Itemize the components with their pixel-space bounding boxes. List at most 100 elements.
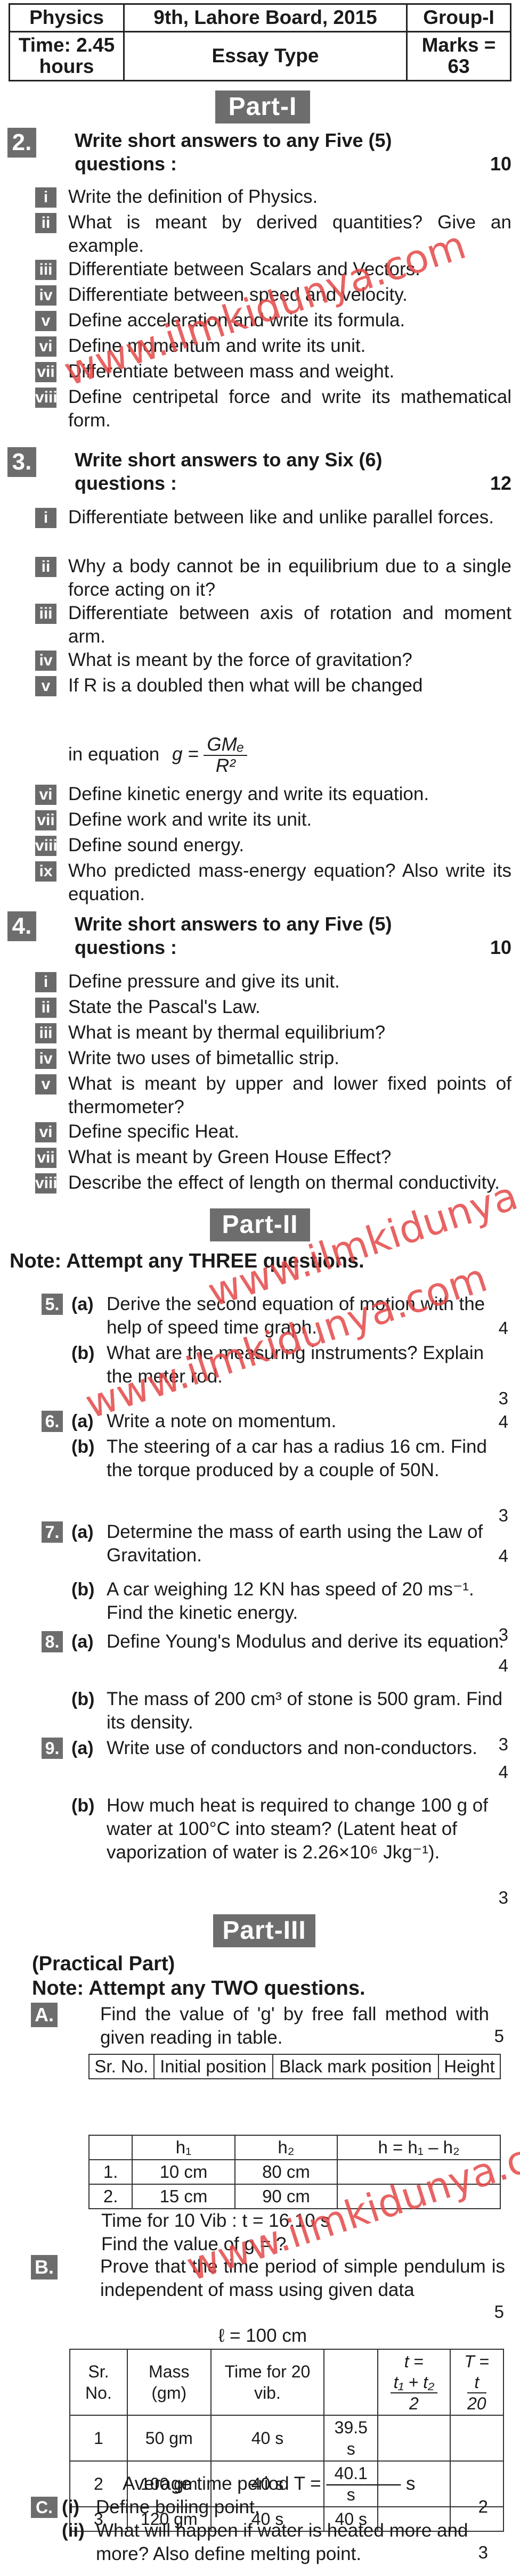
equation-numerator: GMₑ xyxy=(204,735,248,756)
question-number: 7. xyxy=(42,1521,63,1543)
item-number: vi xyxy=(35,1122,56,1142)
question-number: 9. xyxy=(42,1738,63,1759)
part-a-marks: 4 xyxy=(498,1656,508,1675)
item-number: iii xyxy=(35,1023,56,1043)
q2-number: 2. xyxy=(7,128,36,158)
table-header-cell: h₂ xyxy=(234,2135,338,2160)
item-number: viii xyxy=(35,388,58,408)
formula-fraction: t 20 xyxy=(467,2373,486,2413)
part-a-marks: 4 xyxy=(498,1546,508,1566)
equation-lhs: g = xyxy=(172,744,199,765)
part-b-text: How much heat is required to change 100 … xyxy=(107,1795,488,1863)
part-b-label: (b) xyxy=(71,1437,95,1457)
item-text: Who predicted mass-energy equation? Also… xyxy=(68,860,511,904)
item-text: State the Pascal's Law. xyxy=(68,997,261,1017)
table-header-cell: Sr. No. xyxy=(69,2349,128,2416)
subject-cell: Physics xyxy=(9,3,125,32)
equation-prefix: in equation xyxy=(68,744,160,765)
table-cell: 10 cm xyxy=(132,2159,235,2185)
item-text: What is meant by Green House Effect? xyxy=(68,1147,392,1167)
item-number: ii xyxy=(35,998,56,1018)
table-cell: 39.5 s xyxy=(323,2415,379,2462)
q4-marks: 10 xyxy=(490,936,511,958)
c-i-text: Define boiling point. xyxy=(96,2497,260,2517)
item-number: vi xyxy=(35,785,56,805)
table-header-cell: h₁ xyxy=(132,2135,235,2160)
item-text: Describe the effect of length on thermal… xyxy=(68,1172,500,1193)
item-number: viii xyxy=(35,1173,58,1194)
part-a-text: Write a note on momentum. xyxy=(107,1411,337,1431)
item-number: vii xyxy=(35,362,56,382)
header-table: Physics 9th, Lahore Board, 2015 Group-I … xyxy=(9,3,511,82)
item-text: What is meant by thermal equilibrium? xyxy=(68,1022,386,1043)
table-cell xyxy=(449,2415,505,2462)
table-header-cell: Height xyxy=(437,2054,501,2079)
item-text: What is meant by upper and lower fixed p… xyxy=(68,1073,511,1117)
table-header-cell: Mass (gm) xyxy=(126,2349,212,2416)
item-number: i xyxy=(35,972,56,992)
table-cell: 50 gm xyxy=(126,2415,212,2462)
table-header-cell xyxy=(323,2349,379,2416)
c-ii-label: (ii) xyxy=(62,2520,85,2541)
part-b-marks: 3 xyxy=(498,1388,508,1408)
a-tag: A. xyxy=(31,2003,58,2027)
b-text: Prove that the time period of simple pen… xyxy=(100,2256,505,2300)
part-a-label: (a) xyxy=(71,1738,94,1758)
part-b-text: The mass of 200 cm³ of stone is 500 gram… xyxy=(107,1689,503,1733)
table-cell: 40 s xyxy=(210,2415,325,2462)
c-tag: C. xyxy=(31,2497,58,2518)
board-cell: 9th, Lahore Board, 2015 xyxy=(123,3,408,32)
part-b-marks: 3 xyxy=(498,1888,508,1907)
table-header-cell xyxy=(88,2135,133,2160)
q4-heading: Write short answers to any Five (5) ques… xyxy=(75,912,511,959)
equation-fraction: GMₑ R² xyxy=(204,735,248,776)
item-number: vi xyxy=(35,336,56,357)
item-text: Why a body cannot be in equilibrium due … xyxy=(68,556,511,600)
item-number: vii xyxy=(35,1148,56,1168)
part2-banner: Part-II xyxy=(210,1208,310,1241)
part-a-marks: 4 xyxy=(498,1762,508,1782)
item-text: Differentiate between axis of rotation a… xyxy=(68,603,511,647)
c-ii-marks: 3 xyxy=(478,2542,488,2562)
item-text: Differentiate between like and unlike pa… xyxy=(68,507,494,528)
part-b-label: (b) xyxy=(71,1689,95,1709)
item-number: v xyxy=(35,311,56,331)
table-header-cell: t = t₁ + t₂ 2 xyxy=(377,2349,451,2416)
item-text: Define kinetic energy and write its equa… xyxy=(68,784,429,804)
part3-note: Note: Attempt any TWO questions. xyxy=(32,1977,365,1999)
q3-marks: 12 xyxy=(490,472,511,494)
table-cell: 2. xyxy=(88,2184,133,2209)
question-number: 5. xyxy=(42,1294,63,1315)
b-tag: B. xyxy=(31,2255,58,2279)
c-i-label: (i) xyxy=(62,2497,80,2517)
item-number: iv xyxy=(35,285,56,306)
q3-heading: Write short answers to any Six (6) quest… xyxy=(75,448,511,495)
item-number: iii xyxy=(35,604,56,624)
part-a-label: (a) xyxy=(71,1294,94,1314)
table-cell xyxy=(377,2415,451,2462)
part-b-label: (b) xyxy=(71,1579,95,1600)
part-b-label: (b) xyxy=(71,1343,95,1363)
part-a-label: (a) xyxy=(71,1522,94,1542)
part1-banner: Part-I xyxy=(215,90,310,124)
formula-fraction: t₁ + t₂ 2 xyxy=(390,2372,438,2414)
q3-line1: Write short answers to any Six (6) xyxy=(75,449,383,471)
item-number: ii xyxy=(35,213,56,233)
item-number: vii xyxy=(35,810,56,830)
equation-denominator: R² xyxy=(215,755,235,776)
part-a-label: (a) xyxy=(71,1632,94,1652)
part-a-marks: 4 xyxy=(498,1318,508,1338)
item-text: Define sound energy. xyxy=(68,835,245,855)
q4-line1: Write short answers to any Five (5) xyxy=(75,913,392,935)
item-number: v xyxy=(35,676,56,696)
time-cell: Time: 2.45 hours xyxy=(9,30,125,82)
item-text: Define centripetal force and write its m… xyxy=(68,386,511,431)
table-header-cell: Sr. No. xyxy=(88,2054,155,2079)
table-cell: 80 cm xyxy=(234,2159,338,2185)
a-marks: 5 xyxy=(494,2026,504,2046)
c-ii-text: What will happen if water is heated more… xyxy=(96,2520,468,2564)
item-number: v xyxy=(35,1074,56,1094)
exam-paper: Physics 9th, Lahore Board, 2015 Group-I … xyxy=(0,0,520,2576)
b-average-line: Average time period T = ———— s xyxy=(123,2473,416,2494)
item-number: iii xyxy=(35,260,56,280)
